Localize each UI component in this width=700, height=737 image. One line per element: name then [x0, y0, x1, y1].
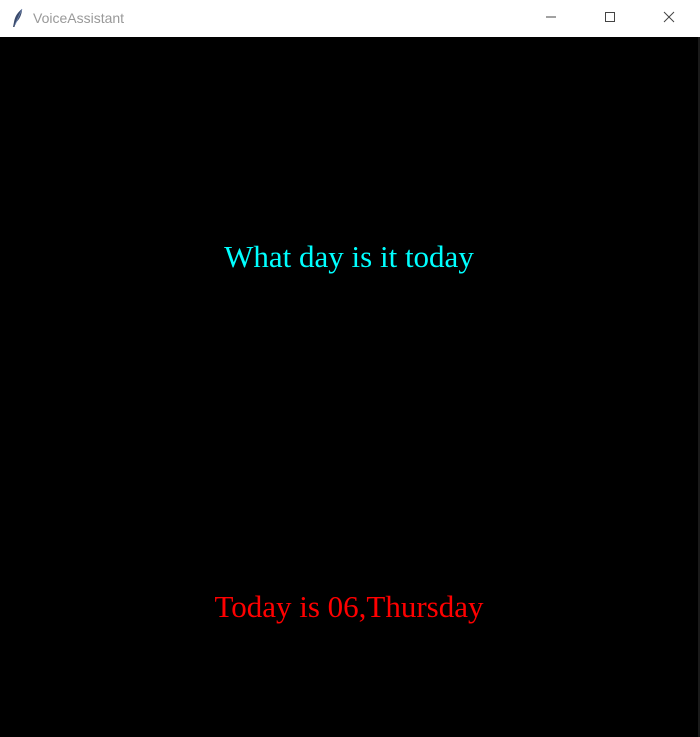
minimize-icon	[545, 10, 557, 28]
maximize-button[interactable]	[587, 0, 633, 37]
window-title: VoiceAssistant	[33, 10, 125, 26]
user-query-text: What day is it today	[224, 239, 474, 274]
feather-icon	[10, 8, 26, 28]
close-icon	[663, 10, 675, 28]
assistant-answer-text: Today is 06,Thursday	[214, 589, 484, 624]
assistant-canvas: What day is it today Today is 06,Thursda…	[0, 37, 700, 737]
close-button[interactable]	[646, 0, 692, 37]
voice-assistant-window: VoiceAssistant What day is it today Toda…	[0, 0, 700, 737]
title-bar[interactable]: VoiceAssistant	[0, 0, 700, 37]
maximize-icon	[604, 10, 616, 28]
minimize-button[interactable]	[528, 0, 574, 37]
